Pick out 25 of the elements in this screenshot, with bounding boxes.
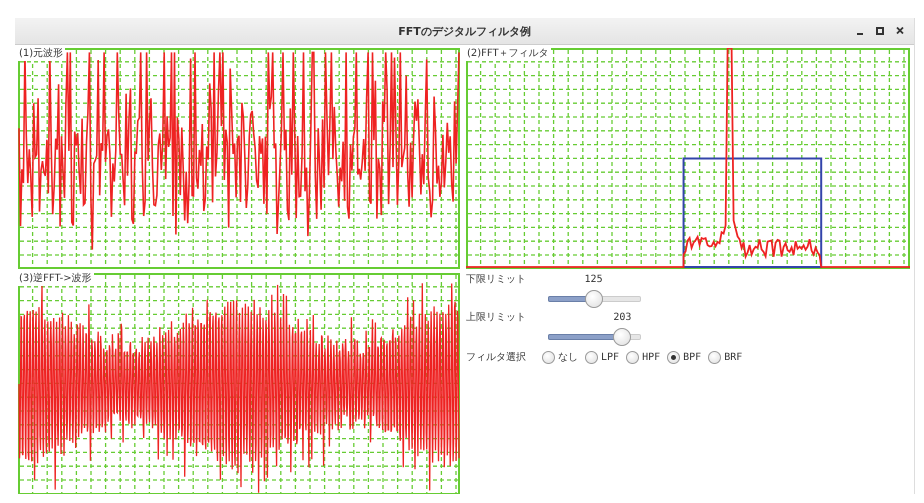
radio-label[interactable]: なし xyxy=(558,350,578,364)
slider-value: 203 xyxy=(613,312,632,322)
radio-label[interactable]: LPF xyxy=(601,352,620,362)
radio-label[interactable]: BRF xyxy=(724,352,742,362)
radio-button[interactable] xyxy=(626,350,640,364)
slider-thumb[interactable] xyxy=(584,290,603,308)
radio-label[interactable]: BPF xyxy=(683,352,702,362)
slider-track[interactable] xyxy=(548,287,641,309)
filter-label: フィルタ選択 xyxy=(466,351,527,364)
chart-title: (1)元波形 xyxy=(18,48,66,61)
slider-track[interactable] xyxy=(548,325,641,347)
maximize-icon[interactable] xyxy=(876,26,884,35)
radio-button[interactable] xyxy=(708,350,722,364)
close-icon[interactable] xyxy=(896,26,904,35)
chart-title: (3)逆FFT->波形 xyxy=(18,273,94,286)
radio-button[interactable] xyxy=(585,350,598,364)
radio-button[interactable] xyxy=(667,350,680,364)
radio-label[interactable]: HPF xyxy=(642,352,660,362)
radio-button[interactable] xyxy=(542,350,555,364)
slider-label: 上限リミット xyxy=(466,310,527,324)
chart-title: (2)FFT＋フィルタ xyxy=(466,48,551,61)
window-title: FFTのデジタルフィルタ例 xyxy=(398,24,531,38)
slider-label: 下限リミット xyxy=(466,273,527,286)
slider-thumb[interactable] xyxy=(613,328,632,346)
slider-value: 125 xyxy=(584,274,603,284)
